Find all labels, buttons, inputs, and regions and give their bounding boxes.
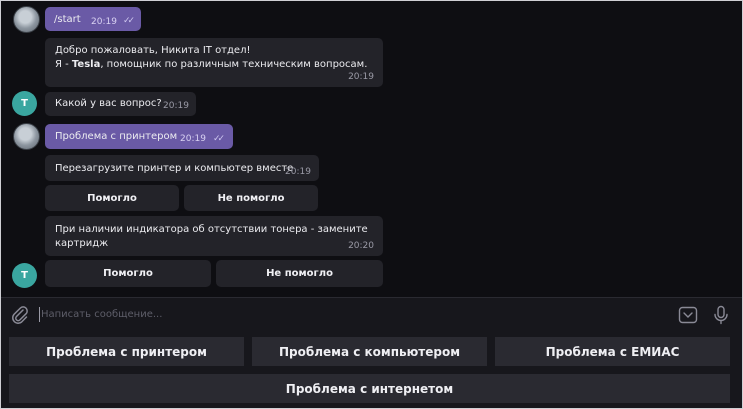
message-start[interactable]: /start 20:19 ✓✓ [45,7,141,31]
emias-problem-button[interactable]: Проблема с ЕМИАС [495,337,730,366]
bot-name: Tesla [71,59,101,70]
bot-avatar[interactable]: T [12,263,37,288]
message-reboot[interactable]: Перезагрузите принтер и компьютер вместе… [45,155,319,181]
message-time: 20:19 [285,167,311,177]
message-text-line1: При наличии индикатора об отсутствии тон… [55,224,368,235]
message-time: 20:20 [348,241,374,251]
not-helped-button[interactable]: Не помогло [216,260,383,287]
message-time: 20:19 [91,17,117,27]
user-avatar[interactable] [13,123,40,150]
text-prefix: Я - [55,59,72,70]
double-check-icon: ✓✓ [213,134,225,144]
microphone-icon[interactable] [713,305,729,329]
internet-problem-button[interactable]: Проблема с интернетом [9,374,730,403]
reply-keyboard: Проблема с принтером Проблема с компьюте… [1,333,742,408]
telegram-window: /start 20:19 ✓✓ Добро пожаловать, Никита… [0,0,743,409]
message-question[interactable]: Какой у вас вопрос? 20:19 [45,92,196,116]
text-caret [39,307,40,322]
bot-avatar[interactable]: T [12,91,37,116]
message-welcome[interactable]: Добро пожаловать, Никита IT отдел! Я - T… [45,38,383,87]
printer-problem-button[interactable]: Проблема с принтером [9,337,244,366]
helped-button[interactable]: Помогло [45,260,211,287]
user-avatar[interactable] [13,6,40,33]
message-input-bar: Написать сообщение... [1,297,742,333]
message-text: Проблема с принтером [55,131,178,142]
message-text-line2: Я - Tesla, помощник по различным техниче… [55,58,383,72]
computer-problem-button[interactable]: Проблема с компьютером [252,337,487,366]
message-time: 20:19 [180,134,206,144]
chat-area: /start 20:19 ✓✓ Добро пожаловать, Никита… [1,1,742,297]
bot-keyboard-icon[interactable] [678,306,698,328]
helped-button[interactable]: Помогло [45,185,179,211]
message-text: /start [54,14,81,25]
message-toner[interactable]: При наличии индикатора об отсутствии тон… [45,216,383,256]
message-time: 20:19 [163,101,189,111]
message-text: Какой у вас вопрос? [55,98,162,109]
message-text-line2: картридж [55,238,109,249]
text-suffix: , помощник по различным техническим вопр… [100,59,368,70]
double-check-icon: ✓✓ [123,16,135,26]
message-text-line1: Добро пожаловать, Никита IT отдел! [55,45,251,56]
paperclip-icon[interactable] [11,305,29,329]
message-text: Перезагрузите принтер и компьютер вместе [55,163,294,174]
message-printer[interactable]: Проблема с принтером 20:19 ✓✓ [45,124,233,149]
message-time: 20:19 [348,72,374,82]
message-input[interactable]: Написать сообщение... [41,309,162,320]
not-helped-button[interactable]: Не помогло [184,185,318,211]
